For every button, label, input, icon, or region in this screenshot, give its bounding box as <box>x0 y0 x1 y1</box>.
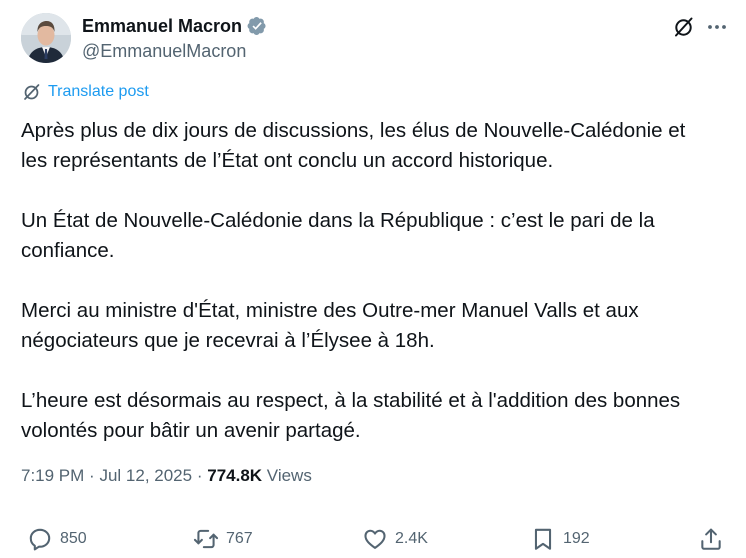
post-date[interactable]: Jul 12, 2025 <box>99 466 192 485</box>
action-bar: 850 767 2.4K 192 <box>0 526 746 558</box>
post-meta: 7:19 PM · Jul 12, 2025 · 774.8K Views <box>21 465 312 487</box>
like-button[interactable]: 2.4K <box>362 526 428 552</box>
bookmark-icon <box>534 528 552 550</box>
translate-icon <box>22 82 42 102</box>
avatar-portrait <box>21 13 71 63</box>
reply-icon <box>29 528 51 551</box>
share-icon <box>701 528 721 550</box>
author-name-row: Emmanuel Macron <box>82 15 267 37</box>
post-paragraph: Après plus de dix jours de discussions, … <box>21 119 686 172</box>
grok-icon[interactable] <box>672 15 696 39</box>
meta-separator: · <box>89 466 95 485</box>
translate-label: Translate post <box>48 83 149 100</box>
avatar[interactable] <box>21 13 71 63</box>
repost-count: 767 <box>226 530 253 547</box>
post-card: Emmanuel Macron @EmmanuelMacron Translat… <box>0 0 746 557</box>
author-handle[interactable]: @EmmanuelMacron <box>82 40 246 62</box>
reply-count: 850 <box>60 530 87 547</box>
more-icon[interactable] <box>705 15 729 39</box>
reply-button[interactable]: 850 <box>27 526 87 552</box>
verified-badge-icon[interactable] <box>247 16 267 36</box>
views-label: Views <box>266 466 312 485</box>
author-display-name[interactable]: Emmanuel Macron <box>82 15 242 37</box>
translate-post-link[interactable]: Translate post <box>22 82 149 102</box>
post-time[interactable]: 7:19 PM <box>21 466 84 485</box>
post-paragraph: Un État de Nouvelle-Calédonie dans la Ré… <box>21 209 655 262</box>
post-paragraph: Merci au ministre d'État, ministre des O… <box>21 299 639 352</box>
post-text: Après plus de dix jours de discussions, … <box>21 116 731 446</box>
views-count: 774.8K <box>207 466 263 485</box>
meta-separator: · <box>196 466 203 485</box>
share-button[interactable] <box>698 526 724 552</box>
post-paragraph: L’heure est désormais au respect, à la s… <box>21 389 681 442</box>
bookmark-count: 192 <box>563 530 590 547</box>
bookmark-button[interactable]: 192 <box>530 526 590 552</box>
repost-button[interactable]: 767 <box>193 526 253 552</box>
like-count: 2.4K <box>395 530 428 547</box>
repost-icon <box>193 529 219 549</box>
heart-icon <box>364 529 386 549</box>
